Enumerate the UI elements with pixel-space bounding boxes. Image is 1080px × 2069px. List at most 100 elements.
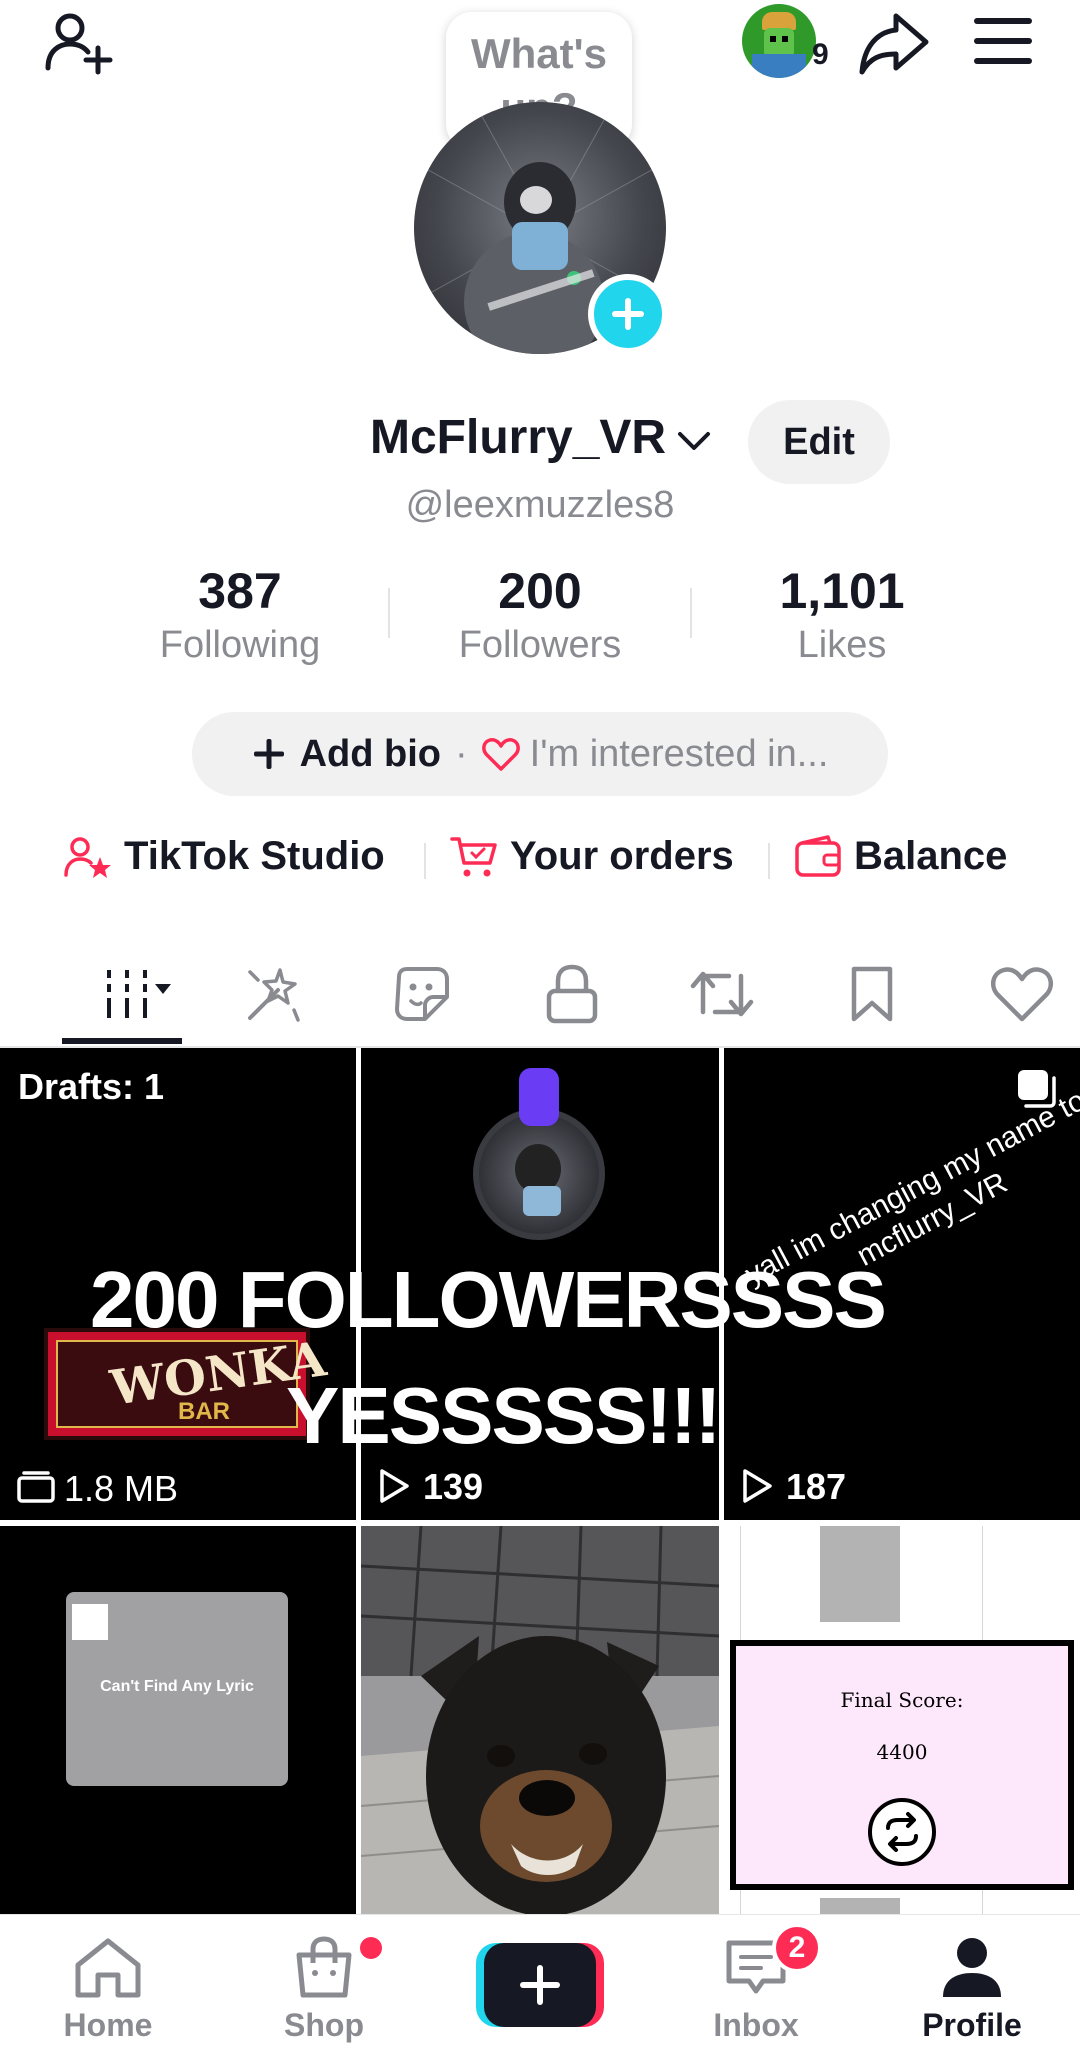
bar-text: BAR xyxy=(178,1398,230,1425)
shop-label: Shop xyxy=(284,2007,364,2043)
bio-separator: · xyxy=(455,732,468,775)
quick-divider xyxy=(768,843,770,879)
plus-icon xyxy=(612,298,644,330)
stat-divider xyxy=(690,588,692,638)
share-button[interactable] xyxy=(856,6,932,82)
tab-private[interactable] xyxy=(522,944,622,1044)
lyric-card: Can't Find Any Lyric xyxy=(66,1592,288,1786)
followers-stat[interactable]: 200 Followers xyxy=(420,562,660,667)
video-tile[interactable]: Final Score: 4400 xyxy=(724,1526,1080,1914)
replay-button[interactable] xyxy=(868,1798,936,1866)
tab-favorites[interactable] xyxy=(822,944,922,1044)
balance-label: Balance xyxy=(854,834,1008,878)
friend-avatar xyxy=(742,4,816,78)
purple-marker xyxy=(519,1068,559,1126)
video-tile[interactable]: Can't Find Any Lyric xyxy=(0,1526,356,1914)
followers-celebration-text: 200 FOLLOWERSSSS xyxy=(90,1255,887,1344)
draft-size: 1.8 MB xyxy=(64,1468,179,1509)
final-score-value: 4400 xyxy=(876,1740,928,1764)
stat-divider xyxy=(388,588,390,638)
heart-icon xyxy=(481,738,520,771)
display-name: McFlurry_VR xyxy=(370,411,667,464)
storage-icon xyxy=(17,1471,55,1503)
following-count: 387 xyxy=(198,563,282,619)
bio-pill[interactable]: Add bio · I'm interested in... xyxy=(192,712,888,796)
tab-reposts[interactable] xyxy=(672,944,772,1044)
grid-block xyxy=(820,1526,900,1622)
yes-celebration-text: YESSSSS!!! xyxy=(286,1371,721,1460)
following-label: Following xyxy=(159,624,321,666)
nav-home[interactable]: Home xyxy=(18,1915,198,2069)
tiktok-studio-link[interactable]: TikTok Studio xyxy=(64,834,385,879)
grid-block xyxy=(820,1898,900,1914)
add-friend-button[interactable] xyxy=(40,6,120,86)
tab-videos[interactable] xyxy=(72,944,188,1044)
create-button[interactable] xyxy=(476,1943,604,2027)
final-score-label: Final Score: xyxy=(840,1688,964,1712)
followers-count: 200 xyxy=(498,563,582,619)
menu-button[interactable] xyxy=(972,14,1034,70)
grid-divider xyxy=(719,1048,724,1914)
video-tile[interactable] xyxy=(361,1526,719,1914)
nav-inbox[interactable]: 2 Inbox xyxy=(666,1915,846,2069)
quick-divider xyxy=(424,843,426,879)
hamburger-menu-icon xyxy=(974,18,1032,64)
tab-liked[interactable] xyxy=(972,944,1072,1044)
play-icon xyxy=(743,1469,772,1503)
likes-count: 1,101 xyxy=(779,563,905,619)
likes-stat[interactable]: 1,101 Likes xyxy=(722,562,962,667)
grid-divider xyxy=(0,1520,1080,1526)
lock-icon xyxy=(546,964,598,1024)
view-count: 187 xyxy=(786,1466,847,1507)
friends-avatar-button[interactable] xyxy=(742,4,822,82)
lyric-caption: Can't Find Any Lyric xyxy=(100,1678,254,1695)
add-friend-icon xyxy=(45,13,113,75)
cart-icon xyxy=(450,836,497,876)
play-icon xyxy=(380,1469,409,1503)
interests-label[interactable]: I'm interested in... xyxy=(530,733,829,776)
sticker-icon xyxy=(395,967,449,1021)
shop-notification-dot xyxy=(360,1937,382,1959)
view-count: 139 xyxy=(423,1466,484,1507)
final-score-panel: Final Score: 4400 xyxy=(730,1640,1074,1890)
replay-icon xyxy=(886,1812,918,1852)
home-label: Home xyxy=(63,2007,153,2043)
sparkle-wand-icon xyxy=(248,968,300,1022)
heart-outline-icon xyxy=(990,967,1054,1022)
grid-divider xyxy=(356,1048,361,1914)
studio-label: TikTok Studio xyxy=(124,834,385,878)
active-tab-indicator xyxy=(62,1038,182,1044)
likes-label: Likes xyxy=(797,624,887,666)
inbox-badge-count: 2 xyxy=(788,1931,806,1964)
your-orders-link[interactable]: Your orders xyxy=(450,834,734,879)
account-switch-chevron-icon[interactable] xyxy=(676,424,712,460)
display-name-switcher[interactable]: McFlurry_VR xyxy=(370,410,666,465)
repost-icon xyxy=(690,971,754,1017)
orders-label: Your orders xyxy=(510,834,734,878)
add-bio-label[interactable]: Add bio xyxy=(300,733,441,776)
add-story-button[interactable] xyxy=(588,274,668,354)
plus-icon xyxy=(253,739,284,769)
inbox-badge: 2 xyxy=(772,1923,822,1973)
profile-label: Profile xyxy=(922,2007,1022,2043)
nav-profile[interactable]: Profile xyxy=(882,1915,1062,2069)
friends-count: 9 xyxy=(812,38,829,71)
edit-profile-button[interactable]: Edit xyxy=(748,400,890,484)
share-icon xyxy=(859,13,929,75)
shopping-bag-icon xyxy=(296,1936,352,1998)
dog-photo xyxy=(361,1526,719,1914)
videos-grid-icon xyxy=(107,970,171,1018)
following-stat[interactable]: 387 Following xyxy=(120,562,360,667)
content-tab-bar xyxy=(0,944,1080,1048)
edit-label: Edit xyxy=(783,420,855,463)
create-plus-icon xyxy=(520,1965,560,2005)
avatar-ring-image xyxy=(473,1108,605,1240)
tab-effects[interactable] xyxy=(222,944,322,1044)
wallet-icon xyxy=(795,834,841,877)
nav-shop[interactable]: Shop xyxy=(234,1915,414,2069)
bookmark-icon xyxy=(851,966,893,1022)
tab-stickers[interactable] xyxy=(372,944,472,1044)
inbox-label: Inbox xyxy=(713,2007,799,2043)
home-icon xyxy=(75,1938,141,1998)
balance-link[interactable]: Balance xyxy=(794,834,1007,879)
